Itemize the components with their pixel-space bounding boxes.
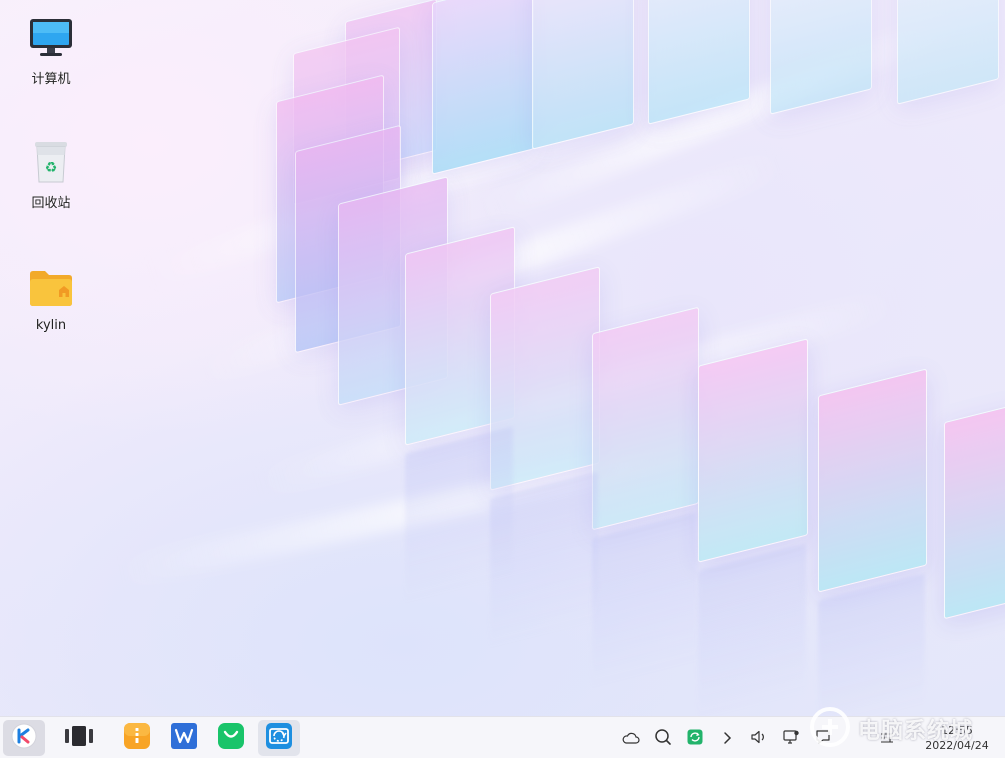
glass-pane (592, 306, 699, 531)
software-store-icon (217, 722, 245, 754)
file-manager-button[interactable] (116, 720, 158, 756)
pane-reflection (698, 543, 806, 716)
desktop-icon-home-folder[interactable]: kylin (19, 264, 83, 333)
desktop-icon-label: 计算机 (31, 72, 71, 87)
trash-icon: ♻ (27, 138, 75, 186)
multitask-view-button[interactable] (58, 720, 100, 756)
network-tray-button[interactable] (780, 728, 802, 750)
browser-icon (265, 722, 293, 754)
glass-pane (770, 0, 872, 115)
desktop-icon-trash[interactable]: ♻ 回收站 (19, 138, 83, 211)
glass-pane (818, 368, 927, 593)
computer-icon (27, 14, 75, 62)
keyboard-icon (879, 730, 895, 749)
taskbar: 12:55 2022/04/24 (0, 716, 1005, 758)
pane-reflection (592, 511, 697, 689)
start-menu-button[interactable] (3, 720, 45, 756)
wps-office-button[interactable] (163, 720, 205, 756)
desktop-icon-label: 回收站 (31, 196, 71, 211)
chevron-right-icon (722, 730, 732, 749)
search-tray-button[interactable] (652, 728, 674, 750)
clock-time: 12:55 (941, 724, 973, 737)
desktop-icon-label: kylin (35, 318, 67, 333)
clock[interactable]: 12:55 2022/04/24 (914, 720, 1000, 756)
weather-tray-button[interactable] (620, 728, 642, 750)
wps-office-icon (170, 722, 198, 754)
desktop-wallpaper[interactable]: 计算机 ♻ 回收站 kylin (0, 0, 1005, 716)
tray-expand-button[interactable] (716, 728, 738, 750)
volume-tray-button[interactable] (748, 728, 770, 750)
multitask-view-icon (65, 725, 93, 751)
file-manager-icon (123, 722, 151, 754)
search-icon (654, 728, 672, 750)
weather-cloud-icon (622, 730, 640, 749)
keyboard-tray-button[interactable] (876, 728, 898, 750)
svg-text:♻: ♻ (45, 160, 58, 176)
sync-tray-button[interactable] (684, 728, 706, 750)
browser-button[interactable] (258, 720, 300, 756)
pane-reflection (490, 471, 598, 649)
glass-pane (944, 401, 1005, 620)
glass-pane (432, 0, 534, 175)
glass-pane (532, 0, 634, 150)
glass-pane (698, 338, 808, 563)
desktop-icon-computer[interactable]: 计算机 (19, 14, 83, 87)
pane-reflection (818, 573, 925, 716)
notification-tray-button[interactable] (812, 728, 834, 750)
volume-icon (750, 729, 768, 749)
home-folder-icon (27, 264, 75, 312)
kylin-start-icon (11, 723, 37, 753)
glass-pane (897, 0, 999, 105)
software-store-button[interactable] (210, 720, 252, 756)
clock-date: 2022/04/24 (925, 739, 989, 752)
sync-icon (687, 729, 703, 749)
notification-icon (814, 729, 832, 749)
network-icon (782, 729, 800, 749)
